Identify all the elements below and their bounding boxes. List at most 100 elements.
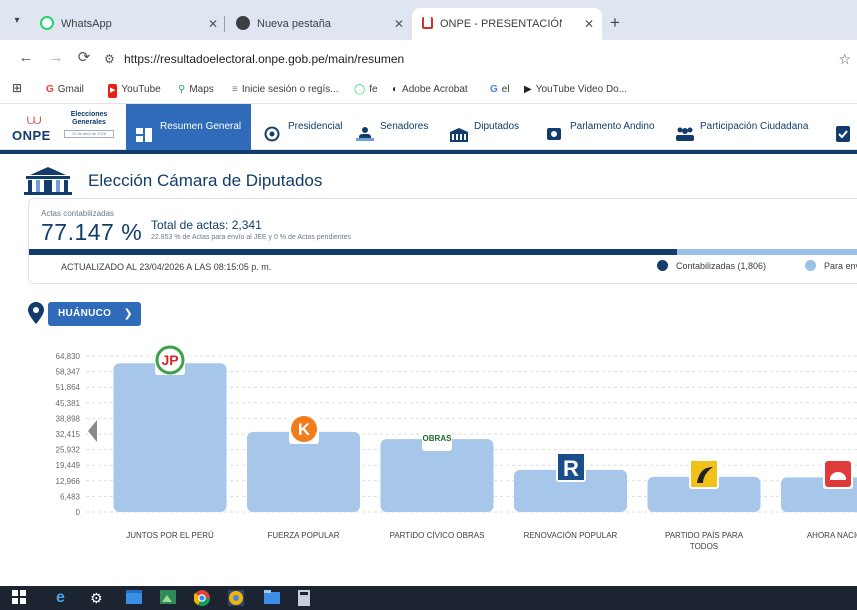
bookmarks-bar: ⊞ G Gmail ▶ YouTube ⚲ Maps ≡ Inicie sesión o… xyxy=(0,76,857,104)
bookmark-label: YouTube Video Do... xyxy=(535,84,628,95)
close-icon[interactable]: ✕ xyxy=(584,8,594,40)
tab-whatsapp[interactable]: WhatsApp ✕ xyxy=(40,8,240,40)
actas-total: Total de actas: 2,341 xyxy=(151,218,262,232)
x-category-line: FUERZA POPULAR xyxy=(267,531,339,540)
bookmark-inicie-sesion[interactable]: ≡ Inicie sesión o regís... xyxy=(232,83,339,97)
photos-icon[interactable] xyxy=(160,590,176,606)
svg-text:OBRAS: OBRAS xyxy=(423,434,452,443)
youtube-icon: ▶ xyxy=(108,84,118,98)
bookmark-gmail[interactable]: G Gmail xyxy=(46,83,84,97)
file-explorer-icon[interactable] xyxy=(264,590,280,606)
party-logo-graphic xyxy=(691,460,717,487)
bookmark-youtube-video-downloader[interactable]: ▶ YouTube Video Do... xyxy=(524,83,627,97)
region-dropdown[interactable]: HUÁNUCO ❯ xyxy=(48,302,141,326)
menu-parlamento-andino[interactable]: Parlamento Andino xyxy=(546,104,655,150)
windows-start-icon[interactable] xyxy=(12,590,28,606)
results-bar-chart: 64,830 58,347 51,864 45,381 38,898 32,415 25,9… xyxy=(0,330,857,580)
party-logo-ppt-icon xyxy=(689,458,719,489)
tab-title: WhatsApp xyxy=(61,18,112,30)
bookmark-label: el xyxy=(501,84,510,95)
party-logo-obras-icon: OBRAS xyxy=(422,421,452,452)
tab-nueva-pestana[interactable]: Nueva pestaña ✕ xyxy=(236,8,416,40)
settings-gear-icon[interactable]: ⚙ xyxy=(90,590,106,606)
header-divider xyxy=(0,150,857,154)
y-tick-label: 38,898 xyxy=(56,414,81,423)
maps-icon: ⚲ xyxy=(178,84,186,95)
x-category-label: PARTIDO PAÍS PARA TODOS xyxy=(665,531,744,551)
location-pin-icon xyxy=(28,302,44,324)
menu-label: Participación Ciudadana xyxy=(700,121,809,132)
legend-dot xyxy=(657,260,668,272)
eg-date: 12 de abril de 2026 xyxy=(64,130,114,138)
bookmark-adobe-acrobat[interactable]: ◐ Adobe Acrobat xyxy=(392,83,468,97)
store-icon[interactable] xyxy=(126,590,142,606)
bookmark-fe[interactable]: ◯ fe xyxy=(354,83,378,97)
screen: ▾ WhatsApp ✕ Nueva pestaña ✕ ONPE - PRES… xyxy=(0,0,857,610)
party-logo-r-icon: R xyxy=(555,451,586,482)
menu-presidencial[interactable]: Presidencial xyxy=(264,104,342,150)
bar-fuerza-popular[interactable] xyxy=(247,431,360,512)
chrome-taskbar-icon[interactable] xyxy=(193,590,211,607)
presidential-seal-icon xyxy=(264,117,282,142)
onpe-logo-text: ONPE xyxy=(12,128,51,143)
menu-more[interactable] xyxy=(836,104,857,150)
x-category-label: FUERZA POPULAR xyxy=(267,531,339,540)
tab-search-icon[interactable]: ▾ xyxy=(8,12,26,30)
senators-icon xyxy=(356,117,374,142)
close-icon[interactable]: ✕ xyxy=(394,8,404,40)
edge-icon[interactable]: e xyxy=(56,590,72,606)
checklist-icon xyxy=(836,117,854,143)
tab-divider xyxy=(224,16,225,32)
x-category-line: PARTIDO CÍVICO OBRAS xyxy=(390,531,485,540)
party-logo-k-icon: K xyxy=(288,413,319,444)
actas-note: 22.853 % de Actas para envío al JEE y 0 … xyxy=(151,234,352,241)
menu-label: Presidencial xyxy=(288,121,343,132)
y-tick-label: 6,483 xyxy=(60,492,81,501)
party-logo-jp-icon: JP xyxy=(155,345,185,376)
x-category-line: AHORA NACIÓN xyxy=(807,531,857,540)
bar-chart-canvas: 64,830 58,347 51,864 45,381 38,898 32,415 25,9… xyxy=(56,352,857,551)
bar-juntos-por-el-per-[interactable] xyxy=(113,363,227,512)
forward-icon[interactable]: → xyxy=(46,48,66,68)
bookmark-youtube[interactable]: ▶ YouTube xyxy=(108,83,161,98)
tab-onpe[interactable]: ONPE - PRESENTACIÓN DE RE ✕ xyxy=(412,8,602,40)
calculator-icon[interactable] xyxy=(298,590,314,606)
actas-progress-bar xyxy=(29,249,857,255)
bookmark-label: fe xyxy=(369,84,378,95)
back-icon[interactable]: ← xyxy=(16,48,36,68)
close-icon[interactable]: ✕ xyxy=(208,8,218,40)
site-settings-icon[interactable]: ⚙ xyxy=(104,49,115,69)
play-icon: ▶ xyxy=(524,84,532,95)
acrobat-icon: ◐ xyxy=(392,84,399,95)
y-tick-label: 19,449 xyxy=(56,461,81,470)
whatsapp-icon xyxy=(40,16,54,31)
last-updated: ACTUALIZADO AL 23/04/2026 A LAS 08:15:05… xyxy=(61,262,272,272)
menu-diputados[interactable]: Diputados xyxy=(450,104,519,150)
bookmark-star-icon[interactable]: ☆ xyxy=(838,49,851,69)
bookmark-maps[interactable]: ⚲ Maps xyxy=(178,83,214,97)
x-category-label: AHORA NACIÓN xyxy=(807,531,857,540)
carousel-prev-icon[interactable] xyxy=(88,420,97,442)
new-tab-icon[interactable]: + xyxy=(610,14,620,32)
bookmark-label: YouTube xyxy=(121,84,161,95)
party-logo-graphic: R xyxy=(557,453,584,481)
menu-label: Resumen General xyxy=(160,121,242,132)
menu-senadores[interactable]: Senadores xyxy=(356,104,428,150)
congress-icon xyxy=(450,117,468,143)
onpe-logo[interactable]: ⩊ ONPE xyxy=(12,112,58,144)
apps-grid-icon[interactable]: ⊞ xyxy=(12,81,22,95)
party-logo-graphic: K xyxy=(290,415,317,442)
bookmark-label: Maps xyxy=(189,84,214,95)
address-bar[interactable]: https://resultadoelectoral.onpe.gob.pe/m… xyxy=(124,49,404,69)
legend-para-envio: Para envío xyxy=(805,260,857,272)
menu-participacion-ciudadana[interactable]: Participación Ciudadana xyxy=(676,104,808,150)
chrome-profile-icon[interactable] xyxy=(226,586,246,610)
tab-title: Nueva pestaña xyxy=(257,18,331,30)
party-logo-graphic xyxy=(824,461,851,488)
menu-resumen-general[interactable]: Resumen General xyxy=(126,104,252,150)
x-category-label: JUNTOS POR EL PERÚ xyxy=(126,531,214,540)
menu-label: Senadores xyxy=(380,121,429,132)
bookmark-el[interactable]: Gel xyxy=(490,83,510,97)
svg-text:K: K xyxy=(297,420,310,439)
reload-icon[interactable]: ⟳ xyxy=(74,48,94,68)
